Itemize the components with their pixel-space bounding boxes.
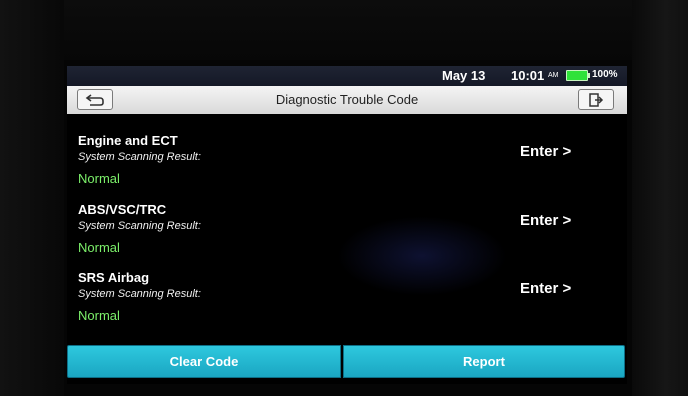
status-ampm: AM — [548, 72, 559, 79]
system-row-engine: Engine and ECT System Scanning Result: N… — [78, 133, 598, 199]
battery-percent: 100% — [592, 69, 618, 80]
system-status: Normal — [78, 240, 120, 255]
system-subtitle: System Scanning Result: — [78, 220, 201, 232]
title-bar: Diagnostic Trouble Code — [67, 86, 627, 114]
exit-button[interactable] — [578, 89, 614, 110]
enter-button-engine[interactable]: Enter > — [520, 143, 571, 160]
status-time: 10:01 — [511, 68, 545, 83]
battery-icon — [566, 70, 588, 81]
system-name: Engine and ECT — [78, 133, 178, 148]
battery-tip — [588, 73, 590, 78]
exit-door-icon — [589, 92, 604, 107]
clear-code-button[interactable]: Clear Code — [67, 345, 341, 378]
device-bezel-top — [0, 0, 688, 60]
status-bar: May 13 10:01 AM 100% — [67, 66, 627, 86]
system-subtitle: System Scanning Result: — [78, 288, 201, 300]
system-name: ABS/VSC/TRC — [78, 202, 167, 217]
system-subtitle: System Scanning Result: — [78, 151, 201, 163]
status-date: May 13 — [442, 68, 486, 83]
report-button[interactable]: Report — [343, 345, 625, 378]
device-bezel-left — [0, 0, 64, 396]
device-bezel-right — [632, 0, 688, 396]
enter-button-abs[interactable]: Enter > — [520, 212, 571, 229]
system-row-srs: SRS Airbag System Scanning Result: Norma… — [78, 270, 598, 336]
system-status: Normal — [78, 171, 120, 186]
enter-button-srs[interactable]: Enter > — [520, 280, 571, 297]
system-name: SRS Airbag — [78, 270, 150, 285]
device-screen: May 13 10:01 AM 100% Diagnostic Trouble … — [67, 66, 627, 384]
bottom-action-bar: Clear Code Report — [67, 345, 627, 378]
page-title: Diagnostic Trouble Code — [275, 92, 419, 107]
system-status: Normal — [78, 308, 120, 323]
system-row-abs: ABS/VSC/TRC System Scanning Result: Norm… — [78, 202, 598, 268]
